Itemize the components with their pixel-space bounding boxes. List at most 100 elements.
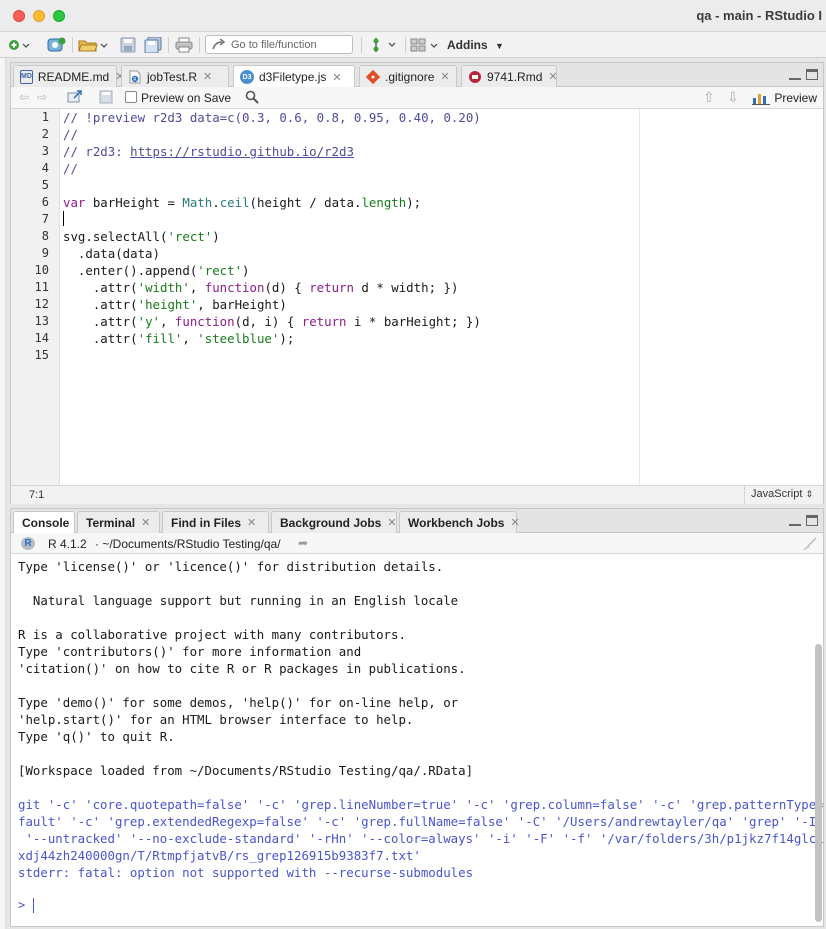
line-number: 10 bbox=[34, 263, 49, 277]
preview-label: Preview bbox=[774, 91, 817, 105]
close-window-button[interactable] bbox=[13, 10, 25, 22]
workspace-panes-button[interactable] bbox=[410, 36, 440, 54]
preview-on-save-checkbox[interactable] bbox=[125, 91, 137, 103]
print-icon bbox=[175, 37, 193, 53]
console-error-line: stderr: fatal: option not supported with… bbox=[18, 865, 474, 880]
console-line: R is a collaborative project with many c… bbox=[18, 627, 406, 642]
goto-file-function-input[interactable] bbox=[231, 38, 351, 51]
clear-console-icon[interactable] bbox=[801, 537, 817, 554]
line-number: 15 bbox=[34, 348, 49, 362]
maximize-pane-icon[interactable] bbox=[806, 515, 818, 526]
code-editor[interactable]: 1 2 3 4 5 6 7 8 9 10 11 12 13 14 15 // !… bbox=[11, 109, 823, 485]
up-arrow-icon[interactable]: ⇧ bbox=[703, 89, 715, 106]
line-number: 4 bbox=[41, 161, 49, 175]
r2d3-link[interactable]: https://rstudio.github.io/r2d3 bbox=[130, 144, 354, 159]
save-button[interactable] bbox=[119, 36, 137, 54]
r-logo-icon: R bbox=[21, 537, 35, 550]
tab-label: jobTest.R bbox=[147, 69, 198, 84]
zoom-window-button[interactable] bbox=[53, 10, 65, 22]
new-project-icon bbox=[47, 37, 66, 52]
console-line: Type 'license()' or 'licence()' for dist… bbox=[18, 559, 444, 574]
tab-terminal[interactable]: Terminal ✕ bbox=[77, 511, 160, 533]
r-version: R 4.1.2 bbox=[48, 537, 87, 551]
forward-icon[interactable]: ⇨ bbox=[37, 90, 47, 104]
console-line: Type 'q()' to quit R. bbox=[18, 729, 175, 744]
maximize-pane-icon[interactable] bbox=[806, 69, 818, 80]
tab-workbench-jobs[interactable]: Workbench Jobs ✕ bbox=[399, 511, 520, 533]
close-icon[interactable]: ✕ bbox=[548, 70, 557, 83]
line-number: 7 bbox=[41, 212, 49, 226]
console-scrollbar[interactable] bbox=[815, 644, 822, 922]
code-line: .attr('fill', 'steelblue'); bbox=[63, 331, 295, 346]
save-icon[interactable] bbox=[99, 90, 113, 107]
code-line: // r2d3: https://rstudio.github.io/r2d3 bbox=[63, 144, 354, 159]
line-number: 8 bbox=[41, 229, 49, 243]
go-to-directory-icon[interactable]: ➦ bbox=[298, 536, 308, 550]
tab-readme[interactable]: MD README.md ✕ bbox=[13, 65, 124, 87]
tab-label: d3Filetype.js bbox=[259, 70, 327, 84]
title-bar: qa - main - RStudio I bbox=[0, 0, 826, 32]
console-line: Type 'contributors()' for more informati… bbox=[18, 644, 362, 659]
line-number: 1 bbox=[41, 110, 49, 124]
close-icon[interactable]: ✕ bbox=[203, 70, 212, 83]
close-icon[interactable]: ✕ bbox=[387, 516, 396, 529]
code-line: svg.selectAll('rect') bbox=[63, 229, 220, 244]
console-error-line: xdj44zh240000gn/T/RtmpfjatvB/rs_grep1269… bbox=[18, 848, 421, 863]
editor-status-bar: 7:1 JavaScript ⇕ bbox=[11, 485, 823, 504]
close-icon[interactable]: ✕ bbox=[440, 70, 449, 83]
git-icon bbox=[373, 38, 396, 52]
line-number: 9 bbox=[41, 246, 49, 260]
console-error-line: fault' '-c' 'grep.extendedRegexp=false' … bbox=[18, 814, 823, 829]
down-arrow-icon[interactable]: ⇩ bbox=[727, 89, 739, 106]
addins-menu[interactable]: Addins ▼ bbox=[447, 38, 504, 52]
new-project-button[interactable] bbox=[46, 36, 68, 54]
tab-jobtest[interactable]: R jobTest.R ✕ bbox=[121, 65, 229, 87]
preview-button[interactable]: Preview bbox=[752, 91, 817, 105]
search-icon[interactable] bbox=[245, 90, 259, 107]
new-file-button[interactable] bbox=[6, 36, 32, 54]
console-output[interactable]: Type 'license()' or 'licence()' for dist… bbox=[11, 554, 823, 926]
line-number: 3 bbox=[41, 144, 49, 158]
code-line: // bbox=[63, 161, 78, 176]
line-number: 14 bbox=[34, 331, 49, 345]
grid-layout-icon bbox=[410, 38, 438, 52]
window-title: qa - main - RStudio I bbox=[696, 8, 822, 23]
d3-file-icon: D3 bbox=[240, 70, 254, 84]
code-line: // bbox=[63, 127, 78, 142]
console-line: [Workspace loaded from ~/Documents/RStud… bbox=[18, 763, 474, 778]
close-icon[interactable]: ✕ bbox=[332, 71, 341, 84]
tab-find-in-files[interactable]: Find in Files ✕ bbox=[162, 511, 269, 533]
console-error-line: git '-c' 'core.quotepath=false' '-c' 'gr… bbox=[18, 797, 823, 812]
editor-toolbar: ⇦ ⇨ Preview on Save ⇧ ⇩ Preview bbox=[11, 87, 823, 109]
language-selector[interactable]: JavaScript ⇕ bbox=[744, 486, 819, 504]
git-menu-button[interactable] bbox=[368, 36, 400, 54]
goto-file-function[interactable] bbox=[205, 35, 353, 54]
close-icon[interactable]: ✕ bbox=[247, 516, 256, 529]
tab-label: README.md bbox=[37, 69, 110, 84]
line-number: 13 bbox=[34, 314, 49, 328]
tab-d3filetype[interactable]: D3 d3Filetype.js ✕ bbox=[233, 65, 355, 88]
save-all-icon bbox=[144, 37, 162, 53]
show-in-window-icon[interactable] bbox=[67, 90, 83, 107]
close-icon[interactable]: ✕ bbox=[141, 516, 150, 529]
close-icon[interactable]: ✕ bbox=[510, 516, 519, 529]
tab-background-jobs[interactable]: Background Jobs ✕ bbox=[271, 511, 397, 533]
tab-console[interactable]: Console bbox=[13, 511, 75, 534]
console-path-bar: R R 4.1.2 · ~/Documents/RStudio Testing/… bbox=[11, 533, 823, 554]
code-line: .attr('width', function(d) { return d * … bbox=[63, 280, 459, 295]
minimize-pane-icon[interactable] bbox=[789, 69, 801, 80]
minimize-pane-icon[interactable] bbox=[789, 515, 801, 526]
print-button[interactable] bbox=[174, 36, 194, 54]
main-toolbar: Addins ▼ bbox=[0, 32, 826, 58]
back-icon[interactable]: ⇦ bbox=[19, 90, 29, 104]
rmd-file-icon bbox=[468, 70, 482, 84]
tab-gitignore[interactable]: .gitignore ✕ bbox=[359, 65, 457, 87]
open-file-button[interactable] bbox=[78, 36, 108, 54]
console-tab-bar: Console Terminal ✕ Find in Files ✕ Backgro… bbox=[11, 509, 823, 534]
code-line: // !preview r2d3 data=c(0.3, 0.6, 0.8, 0… bbox=[63, 110, 481, 125]
minimize-window-button[interactable] bbox=[33, 10, 45, 22]
line-number: 2 bbox=[41, 127, 49, 141]
save-all-button[interactable] bbox=[143, 36, 163, 54]
addins-label: Addins bbox=[447, 38, 488, 52]
tab-rmd[interactable]: 9741.Rmd ✕ bbox=[461, 65, 558, 87]
